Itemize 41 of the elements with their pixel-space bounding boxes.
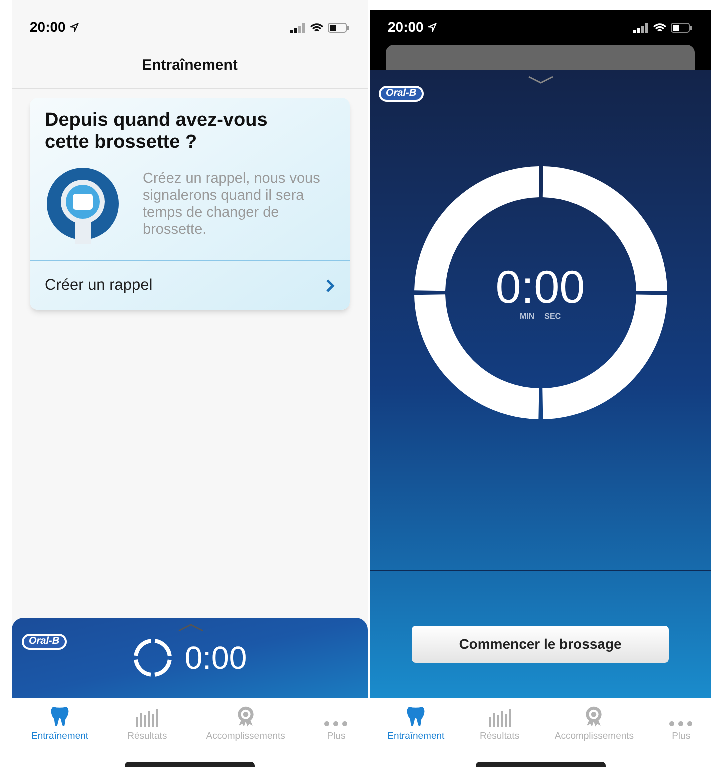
battery-icon bbox=[328, 22, 350, 32]
battery-icon bbox=[671, 22, 693, 32]
card-description: Créez un rappel, nous vous signalerons quand il sera temps de changer de brossette. bbox=[142, 171, 322, 239]
status-time: 20:00 bbox=[30, 18, 66, 37]
status-time: 20:00 bbox=[388, 18, 424, 37]
location-arrow-icon bbox=[428, 23, 437, 32]
timer-ring-icon bbox=[132, 638, 173, 678]
tab[interactable]: Plus bbox=[324, 706, 348, 744]
tab[interactable]: Résultats bbox=[128, 706, 168, 744]
tab[interactable]: Entraînement bbox=[32, 706, 89, 744]
timer-display: 0:00 bbox=[496, 263, 586, 311]
start-brushing-button[interactable]: Commencer le brossage bbox=[412, 626, 669, 663]
wifi-icon bbox=[310, 22, 324, 32]
tab[interactable]: Accomplissements bbox=[554, 706, 634, 744]
timer-display: 0:00 bbox=[184, 639, 248, 678]
mini-player[interactable]: Oral-B 0:00 bbox=[12, 618, 368, 698]
more-icon bbox=[324, 720, 348, 727]
minutes-label: MIN bbox=[520, 311, 535, 323]
chevron-right-icon bbox=[326, 278, 335, 292]
tab[interactable]: Résultats bbox=[480, 706, 520, 744]
signal-icon bbox=[633, 22, 649, 32]
tab[interactable]: Plus bbox=[669, 706, 694, 744]
bar-chart-icon bbox=[488, 708, 511, 727]
card-heading: Depuis quand avez-vous cette brossette ? bbox=[45, 110, 269, 154]
brand-logo: Oral-B bbox=[379, 86, 424, 102]
location-arrow-icon bbox=[70, 23, 79, 32]
screen-title: Entraînement bbox=[142, 56, 238, 76]
tab[interactable]: Accomplissements bbox=[206, 706, 286, 744]
tooth-icon bbox=[50, 706, 70, 727]
chevron-down-icon bbox=[528, 76, 554, 84]
timer-ring-icon bbox=[414, 166, 668, 420]
more-icon bbox=[669, 720, 694, 727]
bar-chart-icon bbox=[136, 708, 158, 727]
brand-logo: Oral-B bbox=[22, 634, 67, 650]
tooth-icon bbox=[406, 706, 426, 727]
create-reminder-row[interactable]: Créer un rappel bbox=[30, 260, 350, 310]
wifi-icon bbox=[653, 22, 667, 32]
tab[interactable]: Entraînement bbox=[388, 706, 445, 744]
chevron-up-icon bbox=[178, 624, 204, 632]
signal-icon bbox=[290, 22, 306, 32]
seconds-label: SEC bbox=[544, 311, 562, 323]
